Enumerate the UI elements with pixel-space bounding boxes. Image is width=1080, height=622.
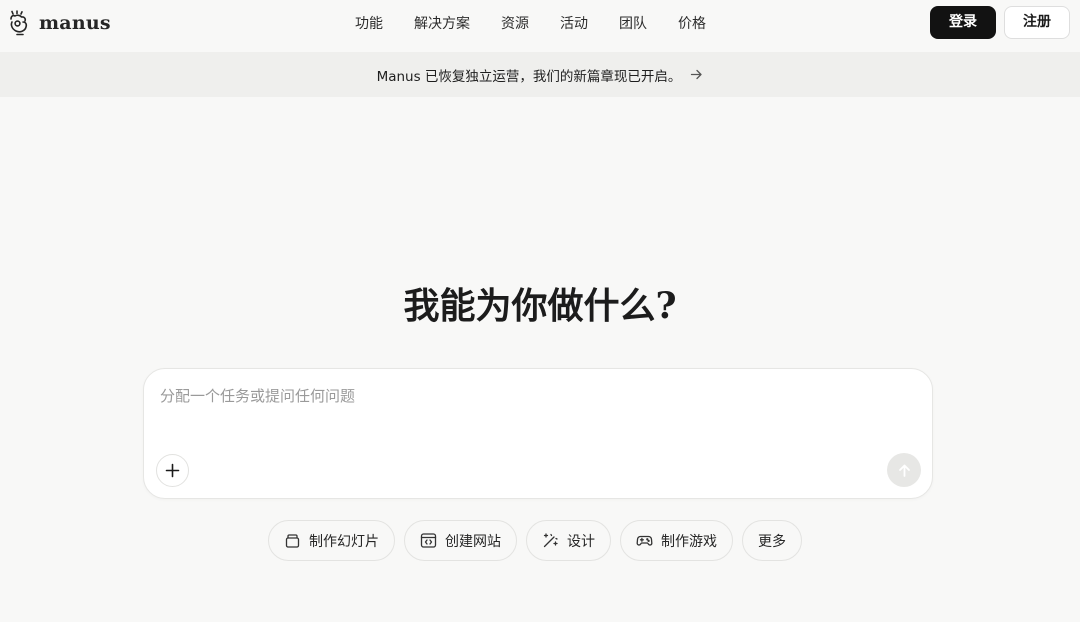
quick-action-label: 制作游戏 xyxy=(661,533,717,550)
website-icon xyxy=(420,533,437,548)
signup-button[interactable]: 注册 xyxy=(1004,6,1070,39)
nav-link-resources[interactable]: 资源 xyxy=(501,13,529,35)
quick-action-label: 创建网站 xyxy=(445,533,501,550)
quick-action-more[interactable]: 更多 xyxy=(742,520,802,561)
send-button[interactable] xyxy=(887,453,921,487)
quick-action-game[interactable]: 制作游戏 xyxy=(620,520,733,561)
login-button[interactable]: 登录 xyxy=(930,6,996,39)
quick-actions: 制作幻灯片 创建网站 设计 制作游戏 更多 xyxy=(268,520,802,561)
quick-action-label: 制作幻灯片 xyxy=(309,533,379,550)
brand-name: manus xyxy=(39,12,111,34)
announcement-banner[interactable]: Manus 已恢复独立运营，我们的新篇章现已开启。 xyxy=(0,52,1080,97)
nav-link-pricing[interactable]: 价格 xyxy=(678,13,706,35)
arrow-right-icon xyxy=(691,69,703,80)
quick-action-design[interactable]: 设计 xyxy=(526,520,611,561)
plus-icon xyxy=(165,463,180,478)
quick-action-slides[interactable]: 制作幻灯片 xyxy=(268,520,395,561)
slides-icon xyxy=(285,534,300,548)
nav-link-features[interactable]: 功能 xyxy=(355,13,383,35)
task-input[interactable] xyxy=(160,383,900,409)
nav-link-team[interactable]: 团队 xyxy=(619,13,647,35)
gamepad-icon xyxy=(636,535,653,546)
nav-link-solutions[interactable]: 解决方案 xyxy=(414,13,470,35)
quick-action-website[interactable]: 创建网站 xyxy=(404,520,517,561)
quick-action-label: 设计 xyxy=(567,533,595,550)
design-wand-icon xyxy=(543,533,558,548)
page-title: 我能为你做什么? xyxy=(403,285,677,327)
manus-hand-icon xyxy=(10,10,28,36)
brand-logo[interactable]: manus xyxy=(8,9,111,37)
banner-text: Manus 已恢复独立运营，我们的新篇章现已开启。 xyxy=(376,68,682,85)
arrow-up-icon xyxy=(898,464,910,477)
task-composer xyxy=(143,368,933,499)
nav-link-events[interactable]: 活动 xyxy=(560,13,588,35)
top-navigation: manus 功能 解决方案 资源 活动 团队 价格 登录 注册 xyxy=(0,0,1080,52)
attach-button[interactable] xyxy=(156,454,189,487)
main-nav: 功能 解决方案 资源 活动 团队 价格 xyxy=(355,13,737,35)
quick-action-label: 更多 xyxy=(758,533,786,550)
